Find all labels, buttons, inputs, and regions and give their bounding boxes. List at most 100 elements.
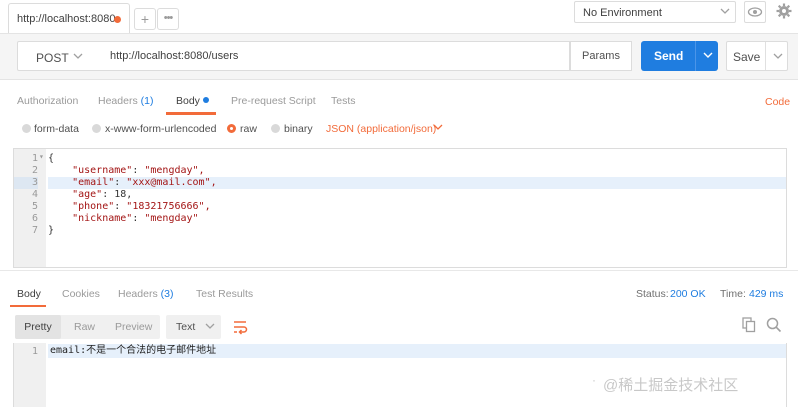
binary-label: binary	[284, 123, 313, 135]
body-mode-options: form-data x-www-form-urlencoded raw bina…	[0, 116, 798, 146]
body-active-dot-icon	[202, 97, 209, 103]
fold-icon[interactable]: ▾	[39, 152, 44, 161]
wrap-lines-button[interactable]	[228, 315, 252, 339]
tab-headers[interactable]: Headers (1)	[98, 95, 153, 107]
json-value: 18,	[114, 189, 133, 200]
save-button[interactable]: Save	[726, 41, 788, 71]
chevron-down-icon[interactable]	[702, 49, 714, 64]
request-tab-label: http://localhost:8080	[17, 13, 116, 25]
tab-overflow-button[interactable]: •••	[157, 8, 179, 30]
tab-body-label: Body	[176, 95, 200, 107]
eye-icon	[747, 7, 763, 17]
line-number: 7	[31, 225, 38, 236]
json-value: "mengday",	[144, 165, 205, 176]
tab-headers-count: (1)	[140, 95, 154, 107]
json-key: "age"	[72, 189, 103, 200]
resp-tab-cookies[interactable]: Cookies	[62, 288, 100, 300]
response-toolbar: Pretty Raw Preview Text	[0, 311, 798, 343]
send-label: Send	[654, 49, 684, 63]
method-select[interactable]: POST	[17, 41, 103, 71]
view-raw-button[interactable]: Raw	[74, 321, 95, 333]
line-number: 5	[31, 201, 38, 212]
json-key: "username"	[72, 165, 133, 176]
settings-button[interactable]	[772, 1, 796, 23]
code-line: "username": "mengday",	[72, 165, 205, 176]
code-line: "nickname": "mengday"	[72, 213, 199, 224]
json-value: "18321756666",	[126, 201, 211, 212]
json-key: "nickname"	[72, 213, 133, 224]
view-pretty-button[interactable]: Pretty	[15, 315, 61, 339]
resp-tab-headers-count: (3)	[160, 288, 174, 300]
json-value: "xxx@mail.com",	[126, 177, 217, 188]
form-data-label: form-data	[34, 123, 79, 135]
copy-icon[interactable]	[742, 317, 756, 333]
line-number-gutter: 1	[14, 343, 46, 407]
wrap-lines-icon	[234, 321, 248, 335]
radio-binary[interactable]	[271, 124, 280, 133]
code-line-active: "email": "xxx@mail.com",	[48, 177, 786, 189]
watermark: @稀土掘金技术社区	[603, 377, 739, 394]
code-line: }	[48, 225, 786, 237]
search-icon[interactable]	[766, 317, 782, 333]
view-preview-button[interactable]: Preview	[115, 321, 152, 333]
active-tab-underline	[166, 112, 216, 115]
resp-tab-test-results[interactable]: Test Results	[196, 288, 253, 300]
active-tab-underline	[10, 305, 46, 307]
line-number-gutter: 1 ▾ 2 3 4 5 6 7	[14, 149, 46, 267]
unsaved-dot-icon	[114, 16, 121, 23]
format-label: Text	[176, 321, 196, 333]
response-format-select[interactable]: Text	[166, 315, 221, 339]
tab-authorization[interactable]: Authorization	[17, 95, 78, 107]
status-label: Status:	[636, 288, 669, 300]
code-brace: {	[48, 153, 55, 164]
tab-body[interactable]: Body	[176, 95, 209, 107]
request-url-bar: POST http://localhost:8080/users Params …	[0, 34, 798, 80]
request-body-editor[interactable]: 1 ▾ 2 3 4 5 6 7 { "username": "mengday",…	[13, 148, 787, 268]
content-type-select[interactable]: JSON (application/json)	[326, 123, 436, 135]
line-number: 3	[14, 177, 38, 189]
watermark-dot-icon: ·	[592, 373, 596, 387]
gear-icon	[776, 3, 792, 19]
code-line: {	[48, 153, 786, 165]
line-number: 1	[31, 346, 38, 357]
urlencoded-label: x-www-form-urlencoded	[105, 123, 217, 135]
response-line: email:不是一个合法的电子邮件地址	[48, 344, 786, 358]
tab-headers-label: Headers	[98, 95, 138, 107]
top-tab-bar: http://localhost:8080 + ••• No Environme…	[0, 0, 798, 34]
tab-tests[interactable]: Tests	[331, 95, 356, 107]
send-button[interactable]: Send	[641, 41, 718, 71]
resp-tab-headers-label: Headers	[118, 288, 158, 300]
tab-prerequest-script[interactable]: Pre-request Script	[231, 95, 316, 107]
url-input[interactable]: http://localhost:8080/users	[102, 41, 570, 71]
environment-quick-look-button[interactable]	[744, 1, 766, 23]
chevron-down-icon	[719, 5, 731, 20]
time-value: 429 ms	[749, 288, 784, 300]
line-number: 1	[31, 153, 38, 164]
chevron-down-icon[interactable]	[432, 121, 444, 136]
params-button[interactable]: Params	[570, 41, 632, 71]
time-label: Time:	[720, 288, 746, 300]
response-tabs: Body Cookies Headers (3) Test Results St…	[0, 281, 798, 307]
chevron-down-icon[interactable]	[772, 50, 784, 65]
status-value: 200 OK	[670, 288, 706, 300]
radio-raw[interactable]	[227, 124, 236, 133]
code-line: "age": 18,	[72, 189, 133, 200]
environment-select[interactable]: No Environment	[574, 1, 736, 23]
json-value: "mengday"	[144, 213, 199, 224]
resp-tab-body[interactable]: Body	[17, 288, 41, 300]
raw-label: raw	[240, 123, 257, 135]
resp-tab-headers[interactable]: Headers (3)	[118, 288, 173, 300]
json-key: "email"	[72, 177, 115, 188]
line-number: 6	[31, 213, 38, 224]
request-tab[interactable]: http://localhost:8080	[8, 3, 130, 33]
code-brace: }	[48, 225, 55, 236]
radio-urlencoded[interactable]	[92, 124, 101, 133]
code-link[interactable]: Code	[765, 96, 790, 108]
radio-form-data[interactable]	[22, 124, 31, 133]
chevron-down-icon	[72, 50, 84, 65]
new-tab-button[interactable]: +	[134, 8, 156, 30]
response-divider[interactable]	[0, 270, 798, 278]
request-builder-tabs: Authorization Headers (1) Body Pre-reque…	[0, 80, 798, 116]
send-divider	[695, 41, 696, 71]
code-line: "phone": "18321756666",	[72, 201, 211, 212]
